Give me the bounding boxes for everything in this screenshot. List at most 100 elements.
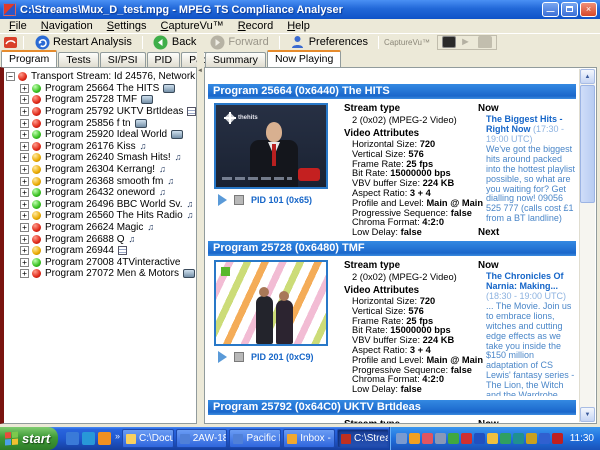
tree-program-item[interactable]: + Program 26240 Smash Hits! — [6, 152, 196, 164]
quick-launch-icon[interactable] — [66, 432, 79, 445]
quick-launch-overflow-chevron[interactable]: » — [115, 431, 120, 441]
tray-icon[interactable] — [434, 433, 446, 444]
tray-icon[interactable] — [486, 433, 498, 444]
back-button[interactable]: Back — [148, 35, 201, 50]
stop-button[interactable] — [234, 352, 244, 362]
maximize-button[interactable] — [561, 2, 578, 17]
taskbar-window-button[interactable]: Pacific PS... — [229, 429, 282, 448]
tray-icon[interactable] — [460, 433, 472, 444]
expand-icon[interactable]: + — [20, 199, 29, 209]
pid-link[interactable]: PID 201 (0xC9) — [251, 352, 314, 362]
menu-item[interactable]: CaptureVu™ — [154, 20, 231, 32]
tree-program-item[interactable]: + Program 27008 4TVinteractive — [6, 257, 196, 269]
pid-link[interactable]: PID 101 (0x65) — [251, 195, 312, 205]
app-toolbar-icon[interactable] — [2, 35, 18, 50]
expand-icon[interactable]: + — [20, 83, 29, 93]
right-panel-tab[interactable]: Summary — [205, 52, 266, 67]
minimize-button[interactable]: — — [542, 2, 559, 17]
taskbar-window-button[interactable]: C:\Docu... — [122, 429, 174, 448]
tree-program-item[interactable]: + Program 26624 Magic — [6, 222, 196, 234]
expand-icon[interactable]: + — [20, 118, 29, 128]
capture-record-icon[interactable] — [441, 36, 456, 48]
tree-program-item[interactable]: + Program 26432 oneword — [6, 187, 196, 199]
expand-icon[interactable]: + — [20, 257, 29, 267]
taskbar-window-button[interactable]: Inbox - M... — [283, 429, 335, 448]
taskbar-window-button[interactable]: 2AW-186... — [175, 429, 228, 448]
tree-program-item[interactable]: + Program 25856 f tn — [6, 117, 196, 129]
expand-icon[interactable]: + — [20, 107, 29, 117]
tree-program-item[interactable]: + Program 26368 smooth fm — [6, 175, 196, 187]
expand-icon[interactable]: + — [20, 95, 29, 105]
stream-type-heading: Stream type — [344, 419, 472, 423]
expand-icon[interactable]: + — [20, 130, 29, 140]
splitter-collapse-icon[interactable]: ◄ — [197, 68, 203, 74]
menu-item[interactable]: File — [2, 20, 34, 32]
scroll-up-icon[interactable]: ▲ — [580, 69, 595, 84]
tree-program-item[interactable]: + Program 25728 TMF — [6, 94, 196, 106]
right-panel-tab[interactable]: Now Playing — [266, 50, 342, 67]
tray-icon[interactable] — [447, 433, 459, 444]
service-type-icon — [187, 107, 196, 117]
capture-play-icon[interactable]: ► — [460, 36, 474, 48]
expand-icon[interactable]: + — [20, 141, 29, 151]
panel-splitter[interactable]: ◄ — [197, 50, 204, 424]
left-panel-tab[interactable]: Program — [1, 50, 58, 67]
tree-program-item[interactable]: + Program 26304 Kerrang! — [6, 164, 196, 176]
tray-icon[interactable] — [421, 433, 433, 444]
program-block: Program 25664 (0x6440) The HITS thehits — [208, 84, 576, 237]
preferences-label: Preferences — [308, 36, 368, 48]
expand-icon[interactable]: + — [20, 211, 29, 221]
expand-icon[interactable]: + — [20, 234, 29, 244]
tree-program-item[interactable]: + Program 26688 Q — [6, 233, 196, 245]
tree-items: + Program 25664 The HITS + Program 25728… — [6, 83, 196, 280]
tray-icon[interactable] — [512, 433, 524, 444]
now-programme-link[interactable]: The Chronicles Of Narnia: Making... — [486, 271, 564, 291]
expand-icon[interactable]: + — [20, 165, 29, 175]
tray-icon[interactable] — [538, 433, 550, 444]
tray-icon[interactable] — [395, 433, 407, 444]
vertical-scrollbar[interactable]: ▲ ▼ — [579, 69, 595, 422]
left-panel-tab[interactable]: PID — [146, 52, 181, 67]
scroll-down-icon[interactable]: ▼ — [580, 407, 595, 422]
menu-item[interactable]: Navigation — [34, 20, 100, 32]
play-button[interactable] — [218, 351, 227, 363]
tree-root-item[interactable]: − Transport Stream: Id 24576, Network Na… — [6, 71, 196, 83]
expand-icon[interactable]: + — [20, 246, 29, 256]
scrollbar-thumb[interactable] — [580, 85, 595, 203]
restart-analysis-button[interactable]: Restart Analysis — [29, 35, 137, 50]
expand-icon[interactable]: + — [20, 269, 29, 279]
expand-icon[interactable]: + — [20, 176, 29, 186]
tree-program-item[interactable]: + Program 26176 Kiss — [6, 141, 196, 153]
quick-launch-icon[interactable] — [82, 432, 95, 445]
expand-icon[interactable]: + — [20, 153, 29, 163]
tree-program-item[interactable]: + Program 26560 The Hits Radio — [6, 210, 196, 222]
taskbar-window-button[interactable]: C:\Strea... — [336, 429, 389, 448]
start-button[interactable]: start — [0, 427, 58, 450]
preferences-button[interactable]: Preferences — [285, 35, 373, 50]
tray-icon[interactable] — [551, 433, 563, 444]
tray-icon[interactable] — [525, 433, 537, 444]
tree-program-item[interactable]: + Program 25920 Ideal World — [6, 129, 196, 141]
stop-button[interactable] — [234, 195, 244, 205]
expand-icon[interactable]: + — [20, 188, 29, 198]
tray-icon[interactable] — [473, 433, 485, 444]
forward-button[interactable]: Forward — [204, 35, 273, 50]
expand-icon[interactable]: + — [20, 223, 29, 233]
tree-program-item[interactable]: + Program 26944 — [6, 245, 196, 257]
tree-program-item[interactable]: + Program 25792 UKTV BrtIdeas — [6, 106, 196, 118]
tray-icon[interactable] — [408, 433, 420, 444]
menu-item[interactable]: Settings — [100, 20, 154, 32]
left-panel-tab[interactable]: Tests — [58, 52, 99, 67]
tree-program-item[interactable]: + Program 27072 Men & Motors — [6, 268, 196, 280]
collapse-expander-icon[interactable]: − — [6, 72, 15, 82]
capture-camera-icon[interactable] — [477, 36, 492, 48]
tree-program-item[interactable]: + Program 25664 The HITS — [6, 83, 196, 95]
left-panel-tab[interactable]: SI/PSI — [99, 52, 146, 67]
close-button[interactable]: × — [580, 2, 597, 17]
menu-item[interactable]: Record — [231, 20, 280, 32]
tree-program-item[interactable]: + Program 26496 BBC World Sv. — [6, 199, 196, 211]
play-button[interactable] — [218, 194, 227, 206]
quick-launch-icon[interactable] — [98, 432, 111, 445]
tray-icon[interactable] — [499, 433, 511, 444]
menu-item[interactable]: Help — [280, 20, 317, 32]
